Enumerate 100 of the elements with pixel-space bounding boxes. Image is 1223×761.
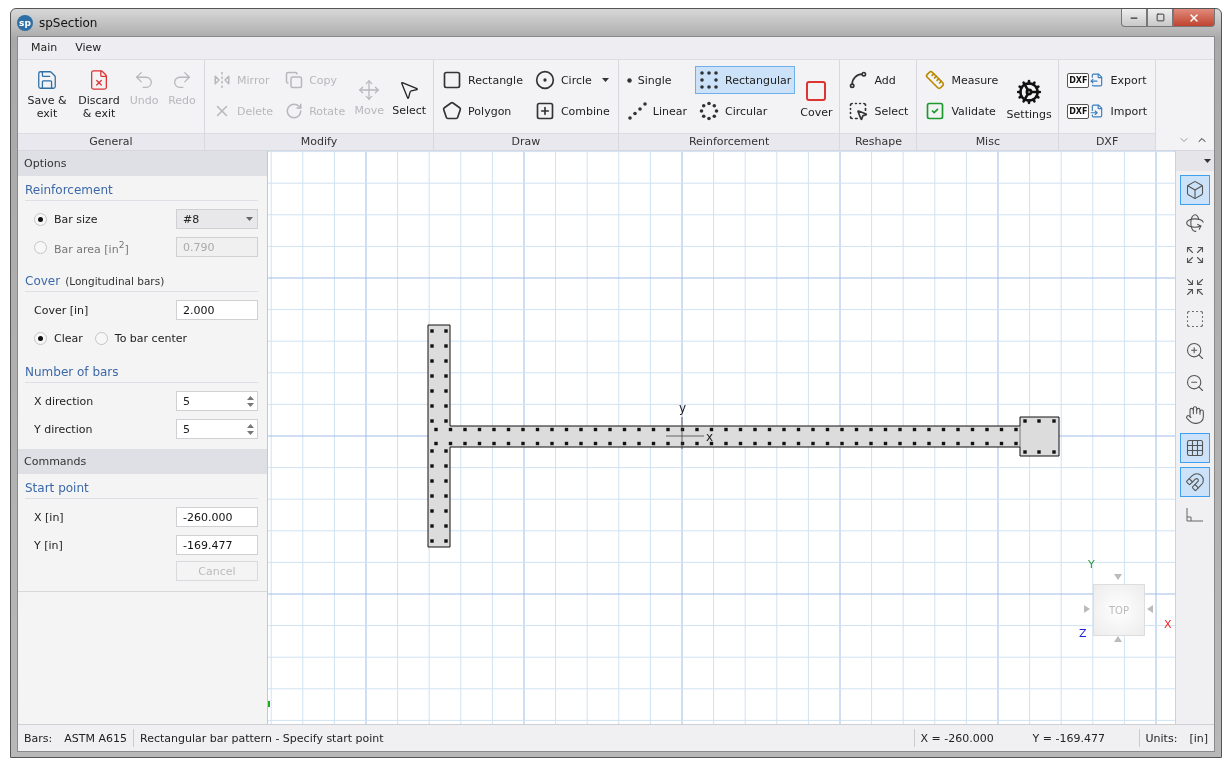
input-field[interactable]: -260.000 <box>176 507 258 527</box>
axis-label: X <box>1164 618 1172 631</box>
cube-icon <box>1185 180 1205 200</box>
rotate-icon <box>285 102 304 120</box>
grid-icon <box>1185 438 1205 458</box>
status-text: [in] <box>1188 731 1209 745</box>
input-field[interactable]: 2.000 <box>176 300 258 320</box>
redo-icon <box>171 69 193 91</box>
menu-tab[interactable]: Main <box>22 38 67 58</box>
ribbon-button[interactable]: Validate <box>921 97 1003 125</box>
zoom-shrink-icon <box>1185 277 1205 297</box>
panel-header: Commands <box>18 449 267 474</box>
group-title: Reinforcement <box>618 133 840 150</box>
caret-icon <box>246 217 253 221</box>
minimize-button[interactable] <box>1121 9 1147 27</box>
radio-button[interactable] <box>34 212 47 226</box>
caret-icon[interactable] <box>1204 159 1211 163</box>
combine-icon <box>534 101 555 121</box>
orbit-icon <box>1185 213 1205 233</box>
circle-icon <box>534 70 555 90</box>
group-title: General <box>18 133 204 150</box>
bar-size-dropdown[interactable]: #8 <box>176 209 258 229</box>
ribbon-button[interactable]: DXF Import <box>1063 97 1151 125</box>
magnet-icon <box>1185 472 1205 492</box>
zoom-window-icon <box>1185 309 1205 329</box>
maximize-icon <box>1155 13 1165 22</box>
ribbon-button[interactable]: Circle <box>530 66 614 94</box>
close-button[interactable] <box>1173 9 1215 27</box>
status-text: Units: <box>1144 731 1179 745</box>
ribbon-button[interactable]: Select <box>844 97 913 125</box>
ribbon-button[interactable]: Measure <box>921 66 1003 94</box>
ribbon-button[interactable]: Polygon <box>438 97 527 125</box>
field-label: Bar size <box>54 212 99 226</box>
hand-icon <box>1185 405 1205 425</box>
polygon-icon <box>442 101 463 121</box>
field-label: X direction <box>34 394 95 408</box>
app-logo: sp <box>17 14 33 31</box>
section-title: Start point <box>25 481 89 495</box>
ribbon-button[interactable]: Single <box>622 66 691 94</box>
input-field[interactable]: -169.477 <box>176 535 258 555</box>
axis-label: y <box>679 401 687 415</box>
field-label: Bar area [in$^{2}$] <box>54 238 130 256</box>
drawing-canvas[interactable]: y x TOP Y X Z <box>268 151 1175 724</box>
window-title: spSection <box>39 15 99 30</box>
ribbon-button[interactable]: Select <box>389 76 430 120</box>
status-text: Bars: <box>23 731 54 745</box>
status-message: Rectangular bar pattern - Specify start point <box>139 731 385 745</box>
copy-icon <box>285 71 304 89</box>
ruler-icon <box>925 70 946 90</box>
section-drawing[interactable] <box>427 324 1060 548</box>
dots-line-icon <box>626 101 647 121</box>
ribbon-button[interactable]: Circular <box>695 97 796 125</box>
ribbon-button[interactable]: Rectangle <box>438 66 527 94</box>
ribbon-button[interactable]: Linear <box>622 97 691 125</box>
section-title: Cover <box>25 274 61 288</box>
panel-header: Options <box>18 151 267 176</box>
ribbon-button[interactable]: Rectangular <box>695 66 796 94</box>
ribbon-button[interactable]: Combine <box>530 97 614 125</box>
radio-button[interactable] <box>94 331 108 345</box>
add-vertex-icon <box>848 70 869 90</box>
maximize-button[interactable] <box>1147 9 1173 27</box>
status-text: X = -260.000 <box>919 731 995 745</box>
zoom-in-icon <box>1185 341 1205 361</box>
field-label: X [in] <box>34 510 65 524</box>
mirror-icon <box>213 71 231 89</box>
ribbon-button[interactable]: Cover <box>797 76 836 122</box>
spinner-field[interactable]: 5 <box>176 419 258 439</box>
ribbon-button[interactable]: DXF Export <box>1063 66 1151 94</box>
radio-label: Clear <box>54 331 83 345</box>
ribbon-button[interactable]: Add <box>844 66 913 94</box>
section-subtitle: (Longitudinal bars) <box>65 275 165 287</box>
view-tool-button[interactable] <box>1180 467 1210 497</box>
zoom-out-icon <box>1185 373 1205 393</box>
discard-icon <box>88 69 110 91</box>
close-icon <box>1188 11 1200 24</box>
section-title: Reinforcement <box>25 183 113 197</box>
status-text: Y = -169.477 <box>1031 731 1106 745</box>
view-tool-button[interactable] <box>1180 175 1210 205</box>
group-title: Draw <box>434 133 618 150</box>
axis-label: Z <box>1079 627 1087 640</box>
field-label: Y direction <box>34 422 94 436</box>
view-tool-button[interactable] <box>1180 433 1210 463</box>
select-vertex-icon <box>848 101 869 121</box>
rectangle-icon <box>442 70 463 90</box>
radio-button[interactable] <box>34 331 47 345</box>
group-title: DXF <box>1059 133 1155 150</box>
ribbon-button[interactable]: Save & exit <box>22 66 72 123</box>
field-label: Y [in] <box>34 538 64 552</box>
save-icon <box>36 69 58 91</box>
menu-tab[interactable]: View <box>66 38 111 58</box>
origin-axes <box>665 416 705 450</box>
spinner-field[interactable]: 5 <box>176 391 258 411</box>
group-title: Reshape <box>840 133 917 150</box>
gears-icon <box>1016 79 1043 105</box>
radio-label: To bar center <box>114 331 187 345</box>
ribbon-button[interactable]: Settings <box>1004 76 1055 124</box>
axis-corner-icon <box>1186 508 1204 522</box>
section-title: Number of bars <box>25 365 119 379</box>
ribbon-button[interactable]: Discard & exit <box>74 66 124 123</box>
dots-grid-icon <box>699 70 719 90</box>
